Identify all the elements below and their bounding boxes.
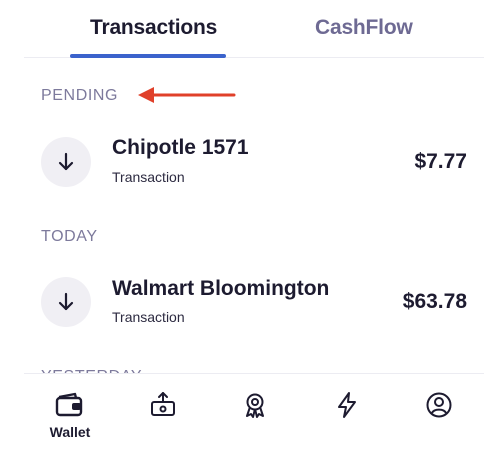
tab-transactions[interactable]: Transactions [90, 16, 217, 40]
nav-wallet[interactable]: Wallet [24, 374, 116, 461]
tab-bar: Transactions CashFlow [24, 0, 484, 58]
profile-icon [426, 392, 452, 418]
bottom-nav: Wallet [24, 373, 484, 461]
transaction-subtitle: Transaction [112, 309, 185, 325]
cash-upload-icon [151, 392, 175, 416]
lightning-icon [338, 392, 356, 418]
section-header-pending: PENDING [41, 87, 119, 104]
transaction-amount: $63.78 [402, 290, 467, 313]
arrow-down-icon [41, 137, 91, 187]
tab-cashflow[interactable]: CashFlow [315, 16, 413, 40]
section-header-today: TODAY [41, 228, 98, 245]
wallet-icon [55, 392, 83, 417]
transaction-name: Chipotle 1571 [112, 136, 249, 159]
annotation-arrow-icon [138, 87, 236, 103]
transaction-name: Walmart Bloomington [112, 277, 330, 300]
nav-boost[interactable] [300, 374, 392, 461]
arrow-down-icon [41, 277, 91, 327]
active-tab-indicator [70, 54, 226, 58]
award-ribbon-icon [246, 393, 264, 418]
nav-rewards[interactable] [208, 374, 300, 461]
nav-profile[interactable] [392, 374, 484, 461]
transaction-amount: $7.77 [414, 150, 467, 173]
nav-wallet-label: Wallet [49, 424, 91, 440]
nav-cash-upload[interactable] [116, 374, 208, 461]
transaction-subtitle: Transaction [112, 169, 185, 185]
